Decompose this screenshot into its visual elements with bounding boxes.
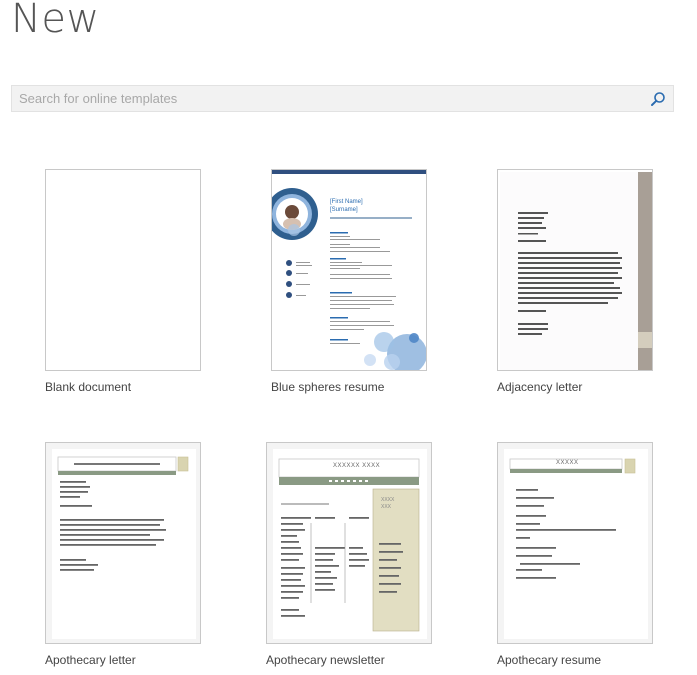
template-blank-document[interactable]: Blank document — [45, 169, 205, 399]
apothecary-newsletter-thumbnail[interactable]: XXXXXX XXXX XXXX XXX — [266, 442, 432, 644]
template-apothecary-letter[interactable]: Apothecary letter — [45, 442, 215, 672]
resume-surname: [Surname] — [330, 207, 358, 213]
template-label: Blank document — [45, 380, 132, 394]
resume-first-name: [First Name] — [330, 199, 363, 205]
adjacency-letter-thumbnail[interactable] — [497, 169, 653, 371]
newsletter-sidebar-text: XXXX XXX — [381, 497, 395, 510]
blank-document-thumbnail[interactable] — [45, 169, 201, 371]
template-label: Apothecary newsletter — [266, 653, 385, 667]
adjacency-preview-graphic — [500, 172, 652, 370]
search-box[interactable] — [11, 85, 674, 112]
apothecary-resume-thumbnail[interactable]: XXXXX — [497, 442, 653, 644]
blue-spheres-resume-thumbnail[interactable]: [First Name] [Surname] — [271, 169, 427, 371]
template-apothecary-newsletter[interactable]: XXXXXX XXXX XXXX XXX Apothecary newslett… — [266, 442, 436, 672]
template-label: Apothecary resume — [497, 653, 602, 667]
search-input[interactable] — [12, 86, 639, 111]
page-title: New — [11, 0, 100, 42]
apothecary-resume-preview-graphic — [504, 449, 648, 639]
template-apothecary-resume[interactable]: XXXXX Apothecary resume — [497, 442, 667, 672]
resume-masthead: XXXXX — [556, 460, 579, 466]
template-label: Blue spheres resume — [271, 380, 385, 394]
search-icon[interactable] — [649, 90, 667, 108]
apothecary-letter-preview-graphic — [52, 449, 196, 639]
newsletter-masthead: XXXXXX XXXX — [333, 463, 381, 469]
template-label: Adjacency letter — [497, 380, 583, 394]
template-blue-spheres-resume[interactable]: [First Name] [Surname] Blue spheres resu… — [271, 169, 441, 399]
template-label: Apothecary letter — [45, 653, 136, 667]
template-adjacency-letter[interactable]: Adjacency letter — [497, 169, 667, 399]
apothecary-newsletter-preview-graphic — [273, 449, 427, 639]
apothecary-letter-thumbnail[interactable] — [45, 442, 201, 644]
